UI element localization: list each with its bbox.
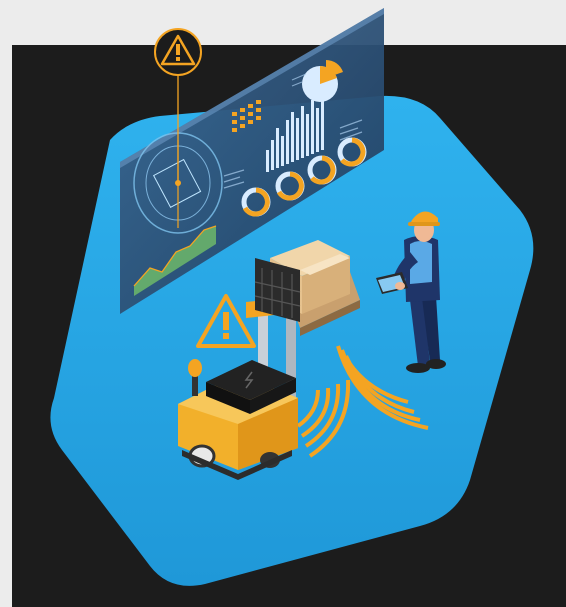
illustration-stage bbox=[0, 0, 566, 607]
warehouse-robot-illustration bbox=[12, 8, 566, 607]
